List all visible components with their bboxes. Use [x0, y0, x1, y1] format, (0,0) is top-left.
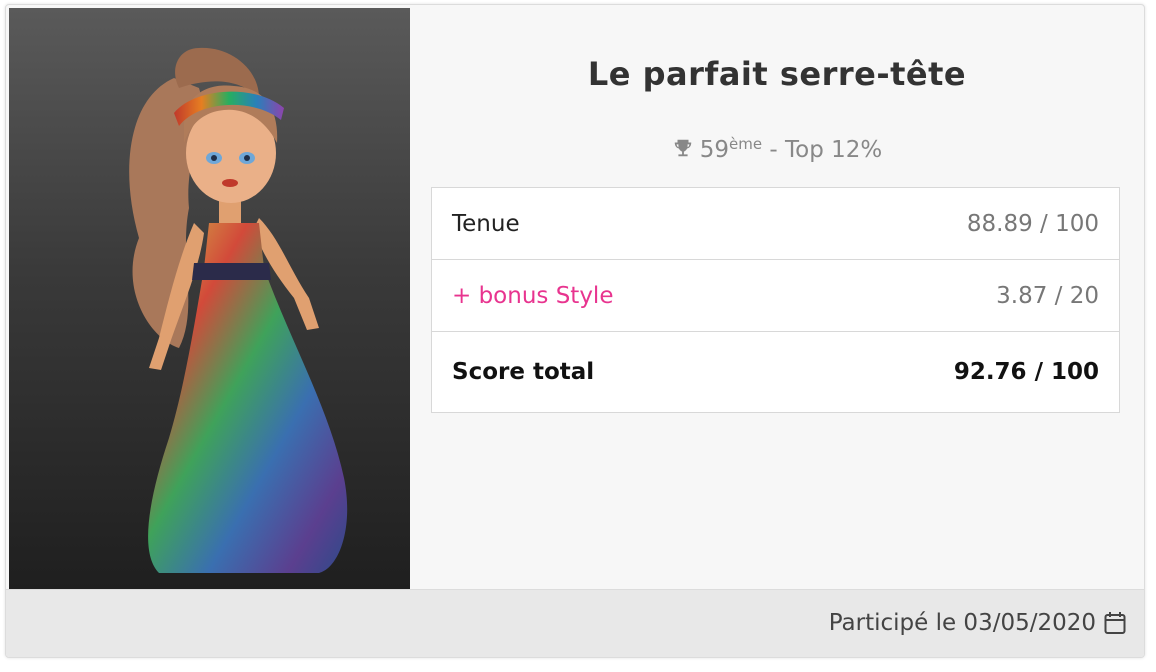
rank-line: 59ème - Top 12%	[410, 135, 1144, 163]
rank-number: 59	[699, 137, 730, 163]
rank-top: - Top 12%	[762, 137, 883, 163]
participation-date-text: Participé le 03/05/2020	[828, 610, 1096, 636]
score-label: Score total	[452, 359, 595, 385]
score-row-total: Score total 92.76 / 100	[432, 332, 1119, 412]
contest-title: Le parfait serre-tête	[587, 55, 967, 93]
score-label: + bonus Style	[452, 282, 614, 309]
score-value: 3.87 / 20	[996, 282, 1099, 309]
calendar-icon	[1104, 612, 1126, 634]
score-table: Tenue 88.89 / 100 + bonus Style 3.87 / 2…	[431, 187, 1120, 413]
score-value: 92.76 / 100	[953, 359, 1099, 385]
score-row-tenue: Tenue 88.89 / 100	[432, 188, 1119, 260]
card-footer: Participé le 03/05/2020	[6, 589, 1144, 657]
avatar-illustration	[129, 47, 348, 573]
avatar-image	[9, 8, 410, 589]
score-row-bonus: + bonus Style 3.87 / 20	[432, 260, 1119, 332]
score-value: 88.89 / 100	[966, 210, 1099, 237]
rank-suffix: ème	[729, 135, 763, 153]
score-label: Tenue	[452, 210, 520, 237]
trophy-icon	[674, 139, 691, 157]
contest-result-card: Le parfait serre-tête 59ème - Top 12% Te…	[5, 4, 1145, 658]
participation-date: Participé le 03/05/2020	[829, 610, 1126, 636]
